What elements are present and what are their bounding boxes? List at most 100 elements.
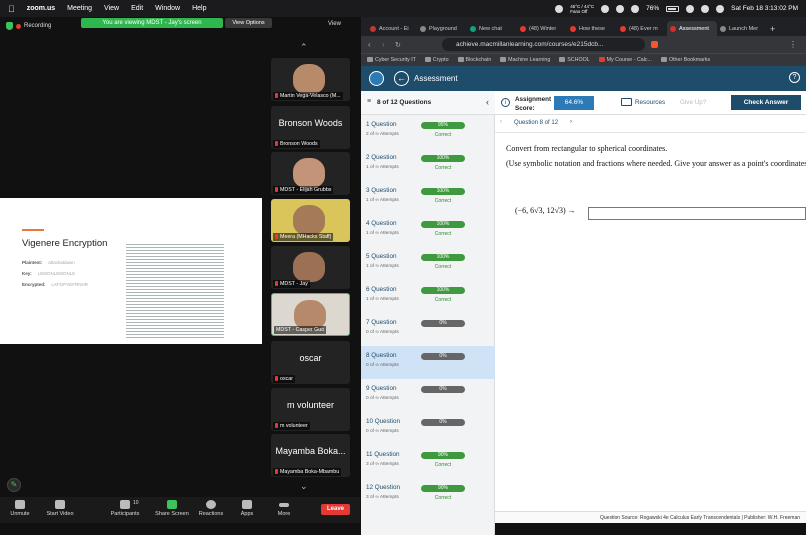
info-icon[interactable]: i bbox=[501, 98, 510, 107]
more-label: More bbox=[277, 511, 291, 517]
question-item[interactable]: 8 Question 0 of ∞ Attempts 0% bbox=[361, 346, 495, 379]
brave-shield-icon[interactable] bbox=[651, 41, 658, 48]
search-icon[interactable] bbox=[701, 4, 710, 13]
assessment-header: ← Assessment ? bbox=[361, 66, 806, 91]
bookmark[interactable]: My Course - Calc... bbox=[598, 57, 652, 63]
unmute-button[interactable]: Unmute bbox=[0, 500, 40, 517]
question-prompt: Convert from rectangular to spherical co… bbox=[506, 144, 668, 153]
check-answer-button[interactable]: Check Answer bbox=[731, 95, 801, 110]
help-icon[interactable]: ? bbox=[789, 72, 800, 83]
apps-button[interactable]: Apps bbox=[227, 500, 267, 517]
browser-tab[interactable]: (48) Ever m bbox=[617, 21, 667, 36]
participant-tile-active-speaker[interactable]: MDST - Casper Guo bbox=[271, 293, 350, 336]
browser-tab[interactable]: New chat bbox=[467, 21, 517, 36]
bookmark[interactable]: SCHOOL bbox=[559, 57, 590, 63]
temperature-readout: 45°C / 44°C Fans Off bbox=[570, 4, 594, 14]
view-button[interactable]: View bbox=[328, 21, 341, 27]
participant-tile[interactable]: Martin Vega-Velasco (M... bbox=[271, 58, 350, 101]
annotate-pencil-icon[interactable]: ✎ bbox=[7, 478, 21, 492]
participant-tile[interactable]: m volunteer m volunteer bbox=[271, 388, 350, 431]
question-item[interactable]: 2 Question 1 of ∞ Attempts 100% Correct bbox=[361, 148, 495, 181]
participant-tile[interactable]: MDST - Elijah Grubbs bbox=[271, 152, 350, 195]
reactions-button[interactable]: Reactions bbox=[191, 500, 231, 517]
new-tab-plus-icon[interactable]: + bbox=[767, 21, 785, 36]
scroll-up-chevron-icon[interactable]: ⌃ bbox=[300, 42, 308, 53]
recording-indicator[interactable]: Recording bbox=[6, 22, 51, 30]
question-item[interactable]: 1 Question 2 of ∞ Attempts 95% Correct bbox=[361, 115, 495, 148]
muted-mic-icon bbox=[275, 141, 278, 147]
participant-tile[interactable]: Mayamba Boka... Mayamba Boka-Mbambu bbox=[271, 434, 350, 477]
question-item[interactable]: 5 Question 1 of ∞ Attempts 100% Correct bbox=[361, 247, 495, 280]
back-circle-icon[interactable]: ← bbox=[394, 71, 409, 86]
viewing-banner: You are viewing MDST - Jay's screen bbox=[81, 18, 223, 28]
next-question-icon[interactable]: › bbox=[570, 119, 572, 125]
headphones-icon[interactable] bbox=[631, 4, 640, 13]
tab-favicon-icon bbox=[570, 25, 576, 32]
participant-tile[interactable]: oscar oscar bbox=[271, 341, 350, 384]
resources-button[interactable]: Resources bbox=[635, 99, 665, 106]
participants-button[interactable]: Participants bbox=[105, 500, 145, 517]
wifi-icon[interactable] bbox=[686, 4, 695, 13]
bookmark[interactable]: Blockchain bbox=[457, 57, 491, 63]
give-up-button[interactable]: Give Up? bbox=[680, 99, 706, 106]
browser-tab[interactable]: Launch Mer bbox=[717, 21, 767, 36]
scroll-down-chevron-icon[interactable]: ⌄ bbox=[300, 481, 308, 492]
more-button[interactable]: More bbox=[264, 500, 304, 517]
question-item[interactable]: 4 Question 1 of ∞ Attempts 100% Correct bbox=[361, 214, 495, 247]
browser-menu-icon[interactable]: ⋮ bbox=[789, 40, 797, 49]
apps-icon bbox=[242, 500, 252, 509]
question-item[interactable]: 9 Question 0 of ∞ Attempts 0% bbox=[361, 379, 495, 412]
rectangular-point: (−6, 6√3, 12√3) → bbox=[515, 206, 576, 215]
list-icon[interactable]: ≡ bbox=[367, 98, 371, 105]
question-score-bar: 0% bbox=[421, 320, 465, 327]
browser-tab[interactable]: Playground bbox=[417, 21, 467, 36]
participant-tile[interactable]: MDST - Jay bbox=[271, 246, 350, 289]
bookmark-label: Machine Learning bbox=[508, 57, 551, 63]
question-item[interactable]: 3 Question 1 of ∞ Attempts 100% Correct bbox=[361, 181, 495, 214]
question-item[interactable]: 12 Question 3 of ∞ Attempts 90% Correct bbox=[361, 478, 495, 511]
apple-icon[interactable]:  bbox=[8, 4, 15, 14]
url-field[interactable]: achieve.macmillanlearning.com/courses/e2… bbox=[442, 38, 645, 51]
bookmark[interactable]: Machine Learning bbox=[500, 57, 550, 63]
bookmark[interactable]: Crypto bbox=[424, 57, 449, 63]
question-content: Convert from rectangular to spherical co… bbox=[506, 144, 806, 215]
question-item[interactable]: 10 Question 0 of ∞ Attempts 0% bbox=[361, 412, 495, 445]
menu-app-zoom[interactable]: zoom.us bbox=[27, 5, 55, 12]
browser-tab[interactable]: Account - Ei bbox=[367, 21, 417, 36]
menu-meeting[interactable]: Meeting bbox=[67, 5, 92, 12]
share-screen-icon bbox=[167, 500, 177, 509]
menu-window[interactable]: Window bbox=[155, 5, 180, 12]
view-options-button[interactable]: View Options bbox=[225, 18, 272, 28]
browser-tab[interactable]: (48) Winter bbox=[517, 21, 567, 36]
bluetooth-icon[interactable] bbox=[616, 4, 625, 13]
clock[interactable]: Sat Feb 18 3:13:02 PM bbox=[731, 5, 798, 12]
bookmark[interactable]: Other Bookmarks bbox=[660, 57, 710, 63]
menu-view[interactable]: View bbox=[104, 5, 119, 12]
participant-tile[interactable]: Bronson Woods Bronson Woods bbox=[271, 106, 350, 149]
menu-help[interactable]: Help bbox=[192, 5, 206, 12]
slide-row-key: Encrypted: bbox=[22, 282, 46, 287]
answer-input[interactable] bbox=[588, 207, 806, 220]
reload-icon[interactable]: ↻ bbox=[395, 41, 401, 49]
battery-icon[interactable] bbox=[666, 5, 680, 12]
question-item[interactable]: 11 Question 3 of ∞ Attempts 90% Correct bbox=[361, 445, 495, 478]
menu-edit[interactable]: Edit bbox=[131, 5, 143, 12]
question-item[interactable]: 6 Question 1 of ∞ Attempts 100% Correct bbox=[361, 280, 495, 313]
start-video-button[interactable]: Start Video bbox=[40, 500, 80, 517]
share-screen-button[interactable]: Share Screen bbox=[152, 500, 192, 517]
zoom-status-icon[interactable] bbox=[601, 4, 610, 13]
prev-question-icon[interactable]: ‹ bbox=[500, 119, 502, 125]
status-icon[interactable] bbox=[555, 4, 564, 13]
participant-tile[interactable]: Meera (MHacks Staff) bbox=[271, 199, 350, 242]
home-icon[interactable] bbox=[369, 71, 384, 86]
bookmark[interactable]: Cyber Security IT bbox=[367, 57, 416, 63]
back-arrow-icon[interactable]: ‹ bbox=[368, 40, 371, 49]
question-item[interactable]: 7 Question 0 of ∞ Attempts 0% bbox=[361, 313, 495, 346]
browser-tab-active[interactable]: Assessment bbox=[667, 21, 717, 36]
collapse-chevron-icon[interactable]: ‹ bbox=[486, 97, 489, 107]
control-center-icon[interactable] bbox=[716, 4, 725, 13]
forward-arrow-icon[interactable]: › bbox=[382, 40, 385, 49]
browser-tab[interactable]: How these bbox=[567, 21, 617, 36]
menu-bar:  zoom.us Meeting View Edit Window Help … bbox=[0, 0, 806, 17]
leave-button[interactable]: Leave bbox=[321, 504, 350, 515]
